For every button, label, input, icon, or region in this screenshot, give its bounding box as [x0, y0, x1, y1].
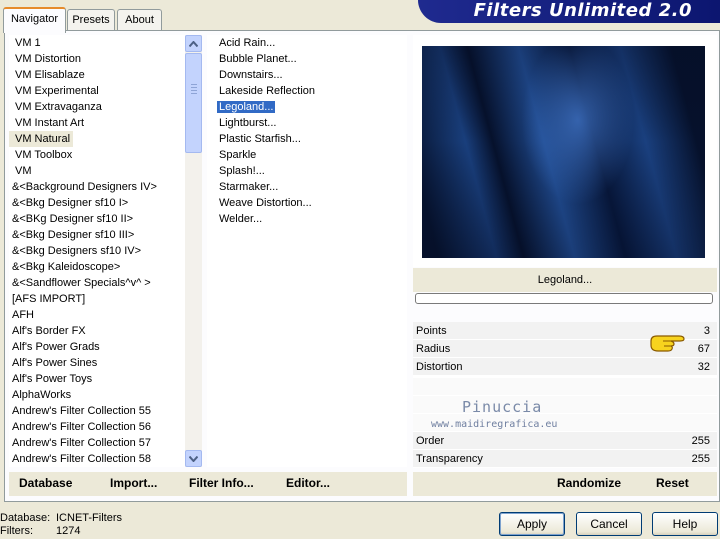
param-value: 67 — [697, 343, 710, 355]
import-link[interactable]: Import... — [110, 476, 157, 490]
category-item[interactable]: Andrew's Filter Collection 55 — [9, 403, 185, 419]
editor-link[interactable]: Editor... — [286, 476, 330, 490]
category-item[interactable]: AlphaWorks — [9, 387, 185, 403]
randomize-link[interactable]: Randomize — [557, 476, 621, 490]
category-item[interactable]: VM 1 — [9, 35, 185, 51]
filter-item[interactable]: Splash!... — [207, 163, 407, 179]
category-item[interactable]: Andrew's Filter Collection 58 — [9, 451, 185, 467]
category-item[interactable]: VM Extravaganza — [9, 99, 185, 115]
help-button[interactable]: Help — [652, 512, 718, 536]
filter-info-link[interactable]: Filter Info... — [189, 476, 254, 490]
category-item-selected[interactable]: VM Natural — [9, 131, 73, 147]
filter-item[interactable]: Bubble Planet... — [207, 51, 407, 67]
category-item[interactable]: VM Elisablaze — [9, 67, 185, 83]
category-item[interactable]: VM Experimental — [9, 83, 185, 99]
tab-navigator[interactable]: Navigator — [3, 7, 66, 33]
category-list[interactable]: VM 1 VM Distortion VM Elisablaze VM Expe… — [9, 35, 185, 467]
category-item[interactable]: Andrew's Filter Collection 56 — [9, 419, 185, 435]
param-label: Radius — [416, 343, 451, 355]
progress-bar — [415, 293, 713, 304]
filter-item[interactable]: Downstairs... — [207, 67, 407, 83]
param-label: Order — [416, 435, 445, 447]
category-item[interactable]: &<Bkg Designers sf10 IV> — [9, 243, 185, 259]
current-filter-name: Legoland... — [413, 268, 717, 292]
category-item[interactable]: &<Bkg Kaleidoscope> — [9, 259, 185, 275]
scroll-thumb[interactable] — [185, 53, 202, 153]
param-row-order[interactable]: Order 255 — [413, 432, 717, 450]
database-label: Database: — [0, 512, 51, 524]
filters-label: Filters: — [0, 525, 33, 537]
watermark-url: www.maidiregrafica.eu — [431, 419, 558, 430]
param-label: Distortion — [416, 361, 463, 373]
category-item[interactable]: VM Distortion — [9, 51, 185, 67]
category-item[interactable]: Andrew's Filter Collection 57 — [9, 435, 185, 451]
category-item[interactable]: VM Instant Art — [9, 115, 185, 131]
category-item[interactable]: &<BKg Designer sf10 II> — [9, 211, 185, 227]
filter-item[interactable]: Acid Rain... — [207, 35, 407, 51]
cancel-button[interactable]: Cancel — [576, 512, 642, 536]
tab-presets[interactable]: Presets — [67, 9, 115, 31]
filter-item[interactable]: Lightburst... — [207, 115, 407, 131]
reset-link[interactable]: Reset — [656, 476, 689, 490]
param-row-transparency[interactable]: Transparency 255 — [413, 450, 717, 468]
filter-list[interactable]: Acid Rain... Bubble Planet... Downstairs… — [207, 35, 407, 467]
category-item[interactable]: VM — [9, 163, 185, 179]
apply-button[interactable]: Apply — [499, 512, 565, 536]
filter-item[interactable]: Sparkle — [207, 147, 407, 163]
category-item[interactable]: &<Bkg Designer sf10 I> — [9, 195, 185, 211]
pointing-hand-icon — [650, 335, 685, 352]
filters-count: 1274 — [56, 525, 81, 537]
param-label: Transparency — [416, 453, 483, 465]
filter-item[interactable]: Weave Distortion... — [207, 195, 407, 211]
category-item[interactable]: &<Sandflower Specials^v^ > — [9, 275, 185, 291]
database-link[interactable]: Database — [19, 476, 72, 490]
tab-about[interactable]: About — [117, 9, 162, 31]
param-value: 32 — [697, 361, 710, 373]
category-item[interactable]: VM Toolbox — [9, 147, 185, 163]
category-item[interactable]: Alf's Power Sines — [9, 355, 185, 371]
preview-image[interactable] — [422, 46, 705, 258]
param-row-empty — [413, 396, 717, 414]
param-value: 255 — [691, 453, 710, 465]
param-row-empty — [413, 378, 717, 396]
scroll-down-button[interactable] — [185, 450, 202, 467]
filter-item[interactable]: Welder... — [207, 211, 407, 227]
filter-item-label: Legoland... — [217, 101, 276, 113]
filter-item[interactable]: Lakeside Reflection — [207, 83, 407, 99]
watermark-name: Pinuccia — [462, 398, 543, 416]
category-item[interactable]: Alf's Border FX — [9, 323, 185, 339]
scroll-up-button[interactable] — [185, 35, 202, 52]
filter-item[interactable]: Starmaker... — [207, 179, 407, 195]
param-label: Points — [416, 325, 447, 337]
filter-item[interactable]: Plastic Starfish... — [207, 131, 407, 147]
app-title-banner: Filters Unlimited 2.0 — [418, 0, 720, 23]
category-item[interactable]: [AFS IMPORT] — [9, 291, 185, 307]
chevron-up-icon — [189, 40, 198, 47]
category-item[interactable]: Alf's Power Grads — [9, 339, 185, 355]
chevron-down-icon — [189, 455, 198, 462]
param-value: 255 — [691, 435, 710, 447]
param-value: 3 — [703, 325, 710, 337]
database-value: ICNET-Filters — [56, 512, 122, 524]
category-item[interactable]: &<Bkg Designer sf10 III> — [9, 227, 185, 243]
category-scrollbar[interactable] — [185, 35, 202, 467]
filter-item-selected[interactable]: Legoland... — [207, 99, 407, 115]
category-item[interactable]: &<Background Designers IV> — [9, 179, 185, 195]
param-row-distortion[interactable]: Distortion 32 — [413, 358, 717, 376]
category-item[interactable]: Alf's Power Toys — [9, 371, 185, 387]
category-item[interactable]: AFH — [9, 307, 185, 323]
